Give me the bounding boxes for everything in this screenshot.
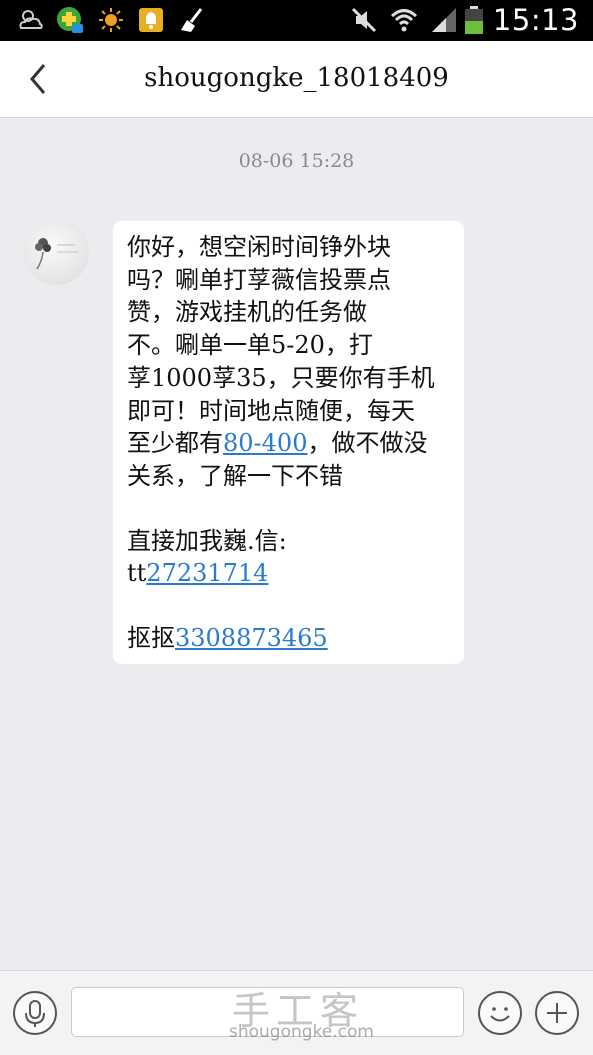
qq-line: 抠抠3308873465 [127, 622, 454, 655]
smiley-icon [490, 1007, 510, 1022]
voice-button[interactable] [13, 991, 57, 1035]
message-line: 关系，了解一下不错 [127, 461, 343, 490]
microphone-icon [25, 1000, 45, 1027]
app-notification-icon [57, 7, 83, 33]
notification-icon [139, 8, 163, 32]
contact-label: 直接加我巍.信: [127, 526, 287, 555]
mute-icon [351, 7, 377, 33]
weather-cloud-icon [19, 10, 43, 29]
message-text: 至少都有 [127, 429, 223, 458]
cleaner-icon [181, 8, 203, 32]
message-text: ，做不做没 [307, 429, 428, 458]
add-button[interactable] [535, 991, 579, 1035]
qq-number-link[interactable]: 3308873465 [175, 624, 328, 652]
wechat-number-link[interactable]: 27231714 [146, 559, 268, 587]
signal-icon [432, 8, 456, 32]
message-line: 至少都有80-400，做不做没 [127, 427, 454, 460]
wechat-prefix: tt [127, 559, 147, 588]
watermark-url: shougongke.com [229, 1022, 374, 1042]
wechat-line: tt27231714 [127, 557, 454, 590]
message-line: 吗？唰单打莩薇信投票点 [127, 265, 391, 294]
message-line: 即可！时间地点随便，每天 [127, 396, 415, 425]
message-line: 赞，游戏挂机的任务做 [127, 298, 367, 327]
status-bar: 15:13 [0, 0, 593, 41]
qq-prefix: 抠抠 [127, 624, 175, 653]
number-link[interactable]: 80-400 [223, 429, 307, 457]
page-title: shougongke_18018409 [144, 63, 449, 93]
plus-icon [547, 1003, 567, 1023]
flower-avatar-icon [35, 238, 78, 270]
message-line: 莩1000莩35，只要你有手机 [127, 363, 435, 392]
sun-icon [99, 8, 123, 32]
avatar[interactable] [23, 219, 89, 285]
wifi-icon [390, 9, 418, 32]
message-bubble[interactable]: 你好，想空闲时间铮外块 吗？唰单打莩薇信投票点 赞，游戏挂机的任务做 不。唰单一… [113, 221, 464, 664]
chat-header: shougongke_18018409 [0, 41, 593, 118]
message-timestamp: 08-06 15:28 [238, 150, 355, 172]
emoji-button[interactable] [478, 991, 522, 1035]
message-line: 你好，想空闲时间铮外块 [127, 233, 391, 261]
message-line: 不。唰单一单5-20，打 [127, 331, 373, 360]
battery-icon [465, 6, 483, 34]
status-time: 15:13 [492, 3, 579, 37]
